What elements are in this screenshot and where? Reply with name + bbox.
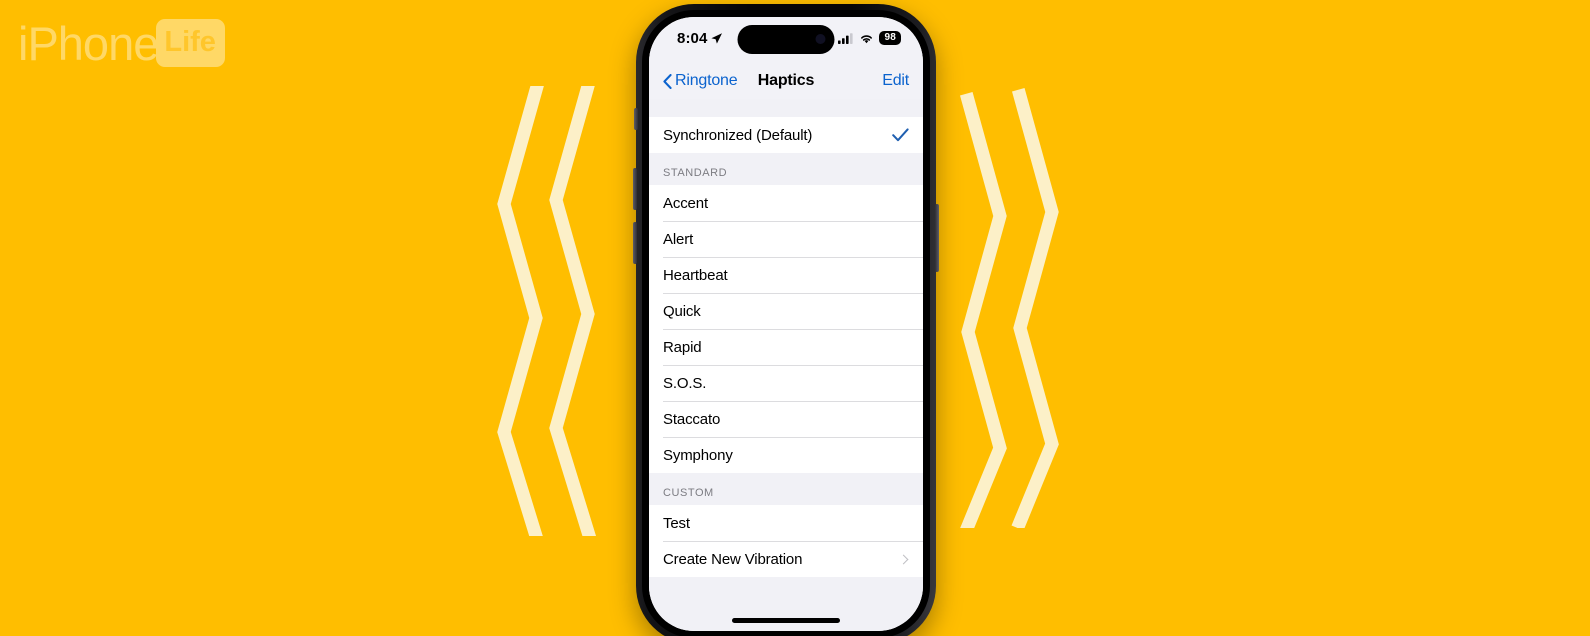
list-item-heartbeat[interactable]: Heartbeat xyxy=(649,257,923,293)
row-accessory xyxy=(892,128,909,142)
list-item-label: S.O.S. xyxy=(663,374,707,392)
section-header-standard: STANDARD xyxy=(649,153,923,185)
back-button-ringtone[interactable]: Ringtone xyxy=(663,72,738,90)
phone-bezel: 8:04 98 Ringtone Haptics Edit Synchroniz… xyxy=(642,10,930,636)
status-bar: 8:04 98 xyxy=(649,17,923,63)
list-top-spacer xyxy=(649,99,923,117)
list-item-rapid[interactable]: Rapid xyxy=(649,329,923,365)
iphone-life-logo: iPhone Life xyxy=(18,18,225,68)
volume-up-button[interactable] xyxy=(633,168,637,210)
list-item-test[interactable]: Test xyxy=(649,505,923,541)
list-item-label: Rapid xyxy=(663,338,702,356)
list-item-synchronized-default[interactable]: Synchronized (Default) xyxy=(649,117,923,153)
chevron-left-icon xyxy=(663,73,672,89)
dynamic-island xyxy=(737,25,835,54)
list-item-label: Accent xyxy=(663,194,708,212)
list-item-quick[interactable]: Quick xyxy=(649,293,923,329)
status-time-group: 8:04 xyxy=(677,30,723,47)
list-item-accent[interactable]: Accent xyxy=(649,185,923,221)
list-item-label: Create New Vibration xyxy=(663,550,803,568)
phone-screen: 8:04 98 Ringtone Haptics Edit Synchroniz… xyxy=(649,17,923,631)
wifi-icon xyxy=(861,34,873,43)
list-item-label: Quick xyxy=(663,302,701,320)
volume-down-button[interactable] xyxy=(633,222,637,264)
checkmark-icon xyxy=(892,128,909,142)
chevron-right-icon xyxy=(898,554,909,564)
logo-badge-life: Life xyxy=(156,19,225,67)
default-haptic-group: Synchronized (Default) xyxy=(649,117,923,153)
zigzag-decoration-left xyxy=(492,77,622,545)
back-button-label: Ringtone xyxy=(675,72,738,89)
page-title: Haptics xyxy=(757,72,815,89)
logo-word-iphone: iPhone xyxy=(18,16,159,70)
zigzag-decoration-right xyxy=(952,58,1082,535)
list-item-sos[interactable]: S.O.S. xyxy=(649,365,923,401)
power-button[interactable] xyxy=(935,204,939,272)
home-indicator[interactable] xyxy=(732,618,840,623)
battery-indicator: 98 xyxy=(879,31,901,45)
list-item-label: Symphony xyxy=(663,446,733,464)
list-item-alert[interactable]: Alert xyxy=(649,221,923,257)
list-item-symphony[interactable]: Symphony xyxy=(649,437,923,473)
standard-haptics-group: Accent Alert Heartbeat Quick Rapid S.O.S… xyxy=(649,185,923,473)
navigation-bar: Ringtone Haptics Edit xyxy=(649,63,923,99)
list-item-create-new-vibration[interactable]: Create New Vibration xyxy=(649,541,923,577)
iphone-device-mockup: 8:04 98 Ringtone Haptics Edit Synchroniz… xyxy=(633,4,939,636)
haptics-list[interactable]: Synchronized (Default) STANDARD Accent A… xyxy=(649,99,923,631)
list-item-label: Alert xyxy=(663,230,694,248)
front-camera-icon xyxy=(815,34,826,44)
status-bar-time: 8:04 xyxy=(677,30,708,47)
list-item-staccato[interactable]: Staccato xyxy=(649,401,923,437)
silence-switch[interactable] xyxy=(634,108,638,130)
list-item-label: Staccato xyxy=(663,410,721,428)
list-item-label: Heartbeat xyxy=(663,266,728,284)
list-item-label: Synchronized (Default) xyxy=(663,126,813,144)
row-accessory xyxy=(898,554,909,564)
edit-button[interactable]: Edit xyxy=(882,72,909,90)
list-item-label: Test xyxy=(663,514,690,532)
status-bar-indicators: 98 xyxy=(838,31,901,45)
section-header-custom: CUSTOM xyxy=(649,473,923,505)
cellular-signal-icon xyxy=(838,32,854,44)
location-arrow-icon xyxy=(711,33,723,44)
custom-haptics-group: Test Create New Vibration xyxy=(649,505,923,577)
